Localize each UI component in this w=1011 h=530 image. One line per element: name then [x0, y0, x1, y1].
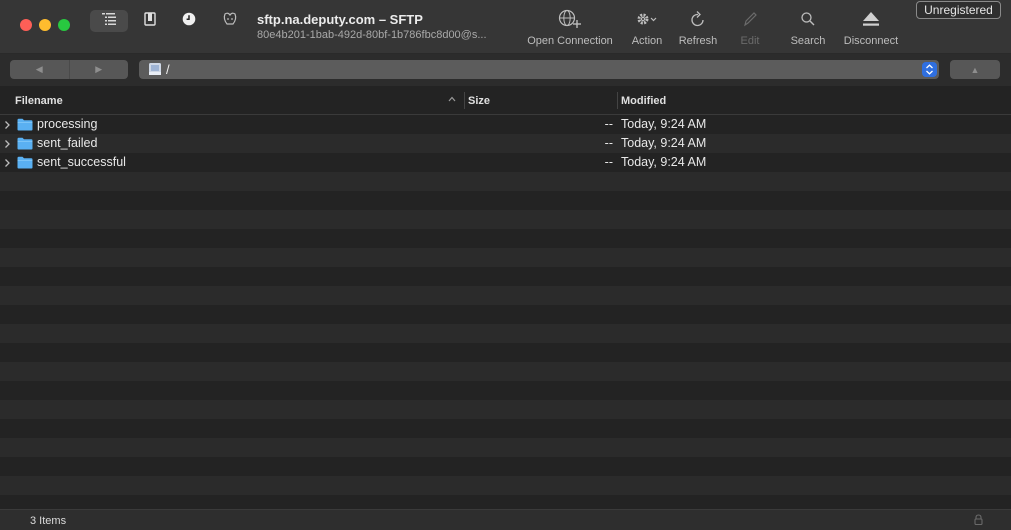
file-modified: Today, 9:24 AM [621, 155, 707, 169]
filename-column-header[interactable]: Filename [15, 95, 63, 107]
app-window: sftp.na.deputy.com – SFTP 80e4b201-1bab-… [0, 0, 1011, 530]
gear-dropdown-icon [635, 11, 659, 30]
popup-stepper-icon [922, 62, 937, 77]
empty-row [0, 267, 1011, 286]
table-row[interactable]: sent_successful -- Today, 9:24 AM [0, 153, 1011, 172]
folder-icon [17, 156, 33, 172]
empty-row-stripes [0, 172, 1011, 514]
empty-row [0, 248, 1011, 267]
bonjour-icon [222, 11, 238, 32]
history-button[interactable] [180, 10, 198, 32]
globe-plus-icon [558, 9, 582, 32]
bookmark-book-icon [144, 11, 156, 31]
disclosure-chevron-icon[interactable] [4, 157, 11, 171]
close-window-button[interactable] [20, 19, 32, 31]
action-menu-button[interactable]: Action [625, 10, 669, 47]
action-label: Action [631, 35, 663, 47]
file-size: -- [604, 155, 613, 169]
sort-ascending-icon [448, 94, 456, 106]
file-modified: Today, 9:24 AM [621, 117, 707, 131]
file-name: sent_successful [37, 155, 126, 169]
edit-label: Edit [740, 35, 760, 47]
disclosure-chevron-icon[interactable] [4, 138, 11, 152]
empty-row [0, 400, 1011, 419]
empty-row [0, 210, 1011, 229]
parent-directory-button[interactable]: ▲ [950, 60, 1000, 79]
file-size: -- [604, 117, 613, 131]
empty-row [0, 305, 1011, 324]
table-row[interactable]: processing -- Today, 9:24 AM [0, 115, 1011, 134]
zoom-window-button[interactable] [58, 19, 70, 31]
forward-arrow-icon: ▶ [95, 64, 103, 74]
search-icon [800, 11, 816, 30]
current-path: / [166, 62, 170, 77]
empty-row [0, 419, 1011, 438]
empty-row [0, 381, 1011, 400]
unregistered-badge[interactable]: Unregistered [916, 1, 1001, 19]
navigation-segmented-control: ◀ ▶ [10, 60, 128, 79]
empty-row [0, 343, 1011, 362]
lock-icon [974, 514, 983, 528]
refresh-button[interactable]: Refresh [674, 10, 722, 47]
table-row[interactable]: sent_failed -- Today, 9:24 AM [0, 134, 1011, 153]
disconnect-button[interactable]: Disconnect [838, 10, 904, 47]
empty-row [0, 476, 1011, 495]
empty-row [0, 191, 1011, 210]
empty-row [0, 324, 1011, 343]
item-count: 3 Items [30, 515, 67, 527]
modified-column-header[interactable]: Modified [621, 95, 666, 107]
column-divider[interactable] [464, 92, 465, 109]
empty-row [0, 457, 1011, 476]
window-subtitle: 80e4b201-1bab-492d-80bf-1b786fbc8d00@s..… [257, 29, 487, 41]
empty-row [0, 362, 1011, 381]
file-name: processing [37, 117, 98, 131]
empty-row [0, 438, 1011, 457]
window-title-block: sftp.na.deputy.com – SFTP 80e4b201-1bab-… [257, 12, 517, 41]
empty-row [0, 286, 1011, 305]
folder-icon [17, 137, 33, 153]
open-connection-button[interactable]: Open Connection [521, 9, 619, 47]
bonjour-button[interactable] [220, 10, 240, 32]
refresh-label: Refresh [678, 35, 718, 47]
search-label: Search [790, 35, 826, 47]
disconnect-label: Disconnect [843, 35, 899, 47]
disclosure-chevron-icon[interactable] [4, 119, 11, 133]
back-button[interactable]: ◀ [10, 60, 70, 79]
file-list: processing -- Today, 9:24 AM sent_failed… [0, 115, 1011, 514]
size-column-header[interactable]: Size [468, 95, 490, 107]
open-connection-label: Open Connection [527, 35, 613, 47]
folder-icon [17, 118, 33, 134]
clock-icon [182, 12, 196, 31]
search-button[interactable]: Search [786, 10, 830, 47]
toolbar: sftp.na.deputy.com – SFTP 80e4b201-1bab-… [0, 0, 1011, 54]
refresh-icon [690, 10, 706, 31]
window-title: sftp.na.deputy.com – SFTP [257, 12, 423, 27]
status-bar: 3 Items [0, 509, 1011, 530]
file-modified: Today, 9:24 AM [621, 136, 707, 150]
file-size: -- [604, 136, 613, 150]
column-divider[interactable] [617, 92, 618, 109]
eject-icon [861, 11, 881, 30]
file-name: sent_failed [37, 136, 98, 150]
browser-view-button[interactable] [90, 10, 128, 32]
bookmarks-button[interactable] [141, 10, 159, 32]
outline-icon [102, 12, 116, 30]
minimize-window-button[interactable] [39, 19, 51, 31]
empty-row [0, 172, 1011, 191]
pencil-icon [742, 10, 758, 31]
server-disk-icon [148, 62, 162, 81]
edit-button[interactable]: Edit [734, 10, 766, 47]
forward-button[interactable]: ▶ [70, 60, 129, 79]
path-popup-button[interactable]: / [139, 60, 939, 79]
empty-row [0, 229, 1011, 248]
up-arrow-icon: ▲ [970, 64, 980, 75]
back-arrow-icon: ◀ [35, 64, 43, 74]
column-header: Filename Size Modified [0, 87, 1011, 115]
path-bar: ◀ ▶ / ▲ [0, 54, 1011, 86]
